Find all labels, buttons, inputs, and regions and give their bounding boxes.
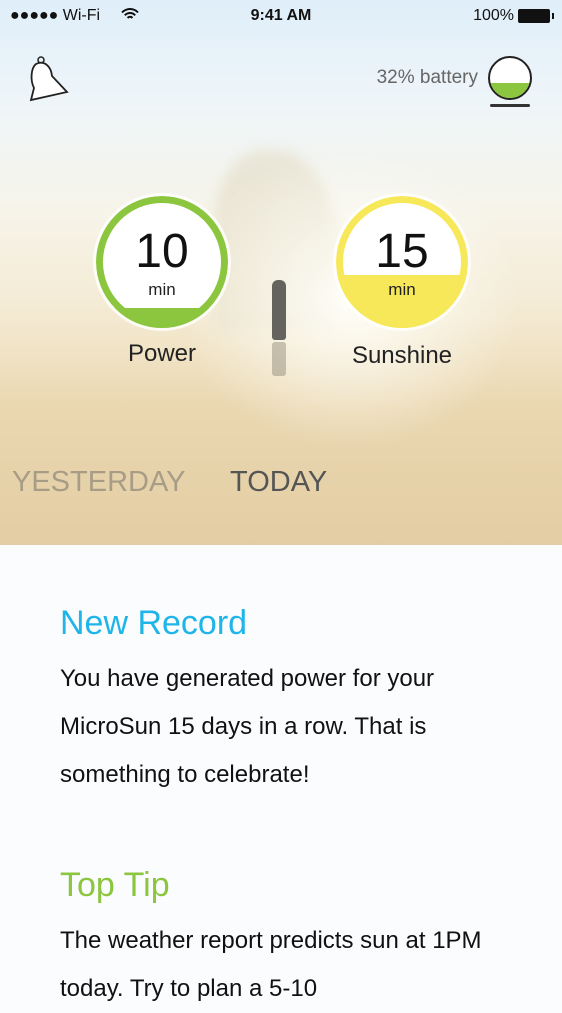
notifications-button[interactable]	[28, 56, 72, 107]
power-label: Power	[127, 340, 197, 367]
battery-status[interactable]: 32% battery	[377, 56, 532, 100]
sunshine-gauge[interactable]: 15 min	[336, 196, 468, 328]
battery-percent: 100%	[473, 7, 514, 24]
card-title: New Record	[60, 604, 248, 642]
battery-level-indicator	[488, 56, 532, 100]
gauge-value: 15	[375, 225, 429, 278]
tab-yesterday[interactable]: YESTERDAY	[12, 466, 186, 499]
tab-today[interactable]: TODAY	[230, 466, 327, 499]
status-bar: ●●●●● Wi-Fi 9:41 AM 100%	[0, 0, 562, 32]
person-reflection	[272, 342, 286, 376]
top-tip-card: Top Tip The weather report predicts sun …	[60, 866, 520, 1013]
card-title: Top Tip	[60, 866, 170, 904]
battery-shadow	[490, 104, 530, 107]
bell-icon	[29, 56, 69, 102]
walking-person-image	[272, 280, 286, 340]
power-gauge[interactable]: 10 min	[96, 196, 228, 328]
gauge-unit: min	[388, 280, 416, 299]
gauge-unit: min	[148, 280, 176, 299]
battery-icon	[518, 9, 554, 23]
card-body: The weather report predicts sun at 1PM t…	[60, 927, 482, 1002]
card-body: You have generated power for your MicroS…	[60, 665, 435, 788]
battery-level-fill	[490, 82, 530, 98]
new-record-card: New Record You have generated power for …	[60, 604, 520, 799]
gauge-value: 10	[135, 225, 189, 278]
battery-label: 32% battery	[376, 67, 478, 88]
sunshine-label: Sunshine	[351, 342, 453, 369]
